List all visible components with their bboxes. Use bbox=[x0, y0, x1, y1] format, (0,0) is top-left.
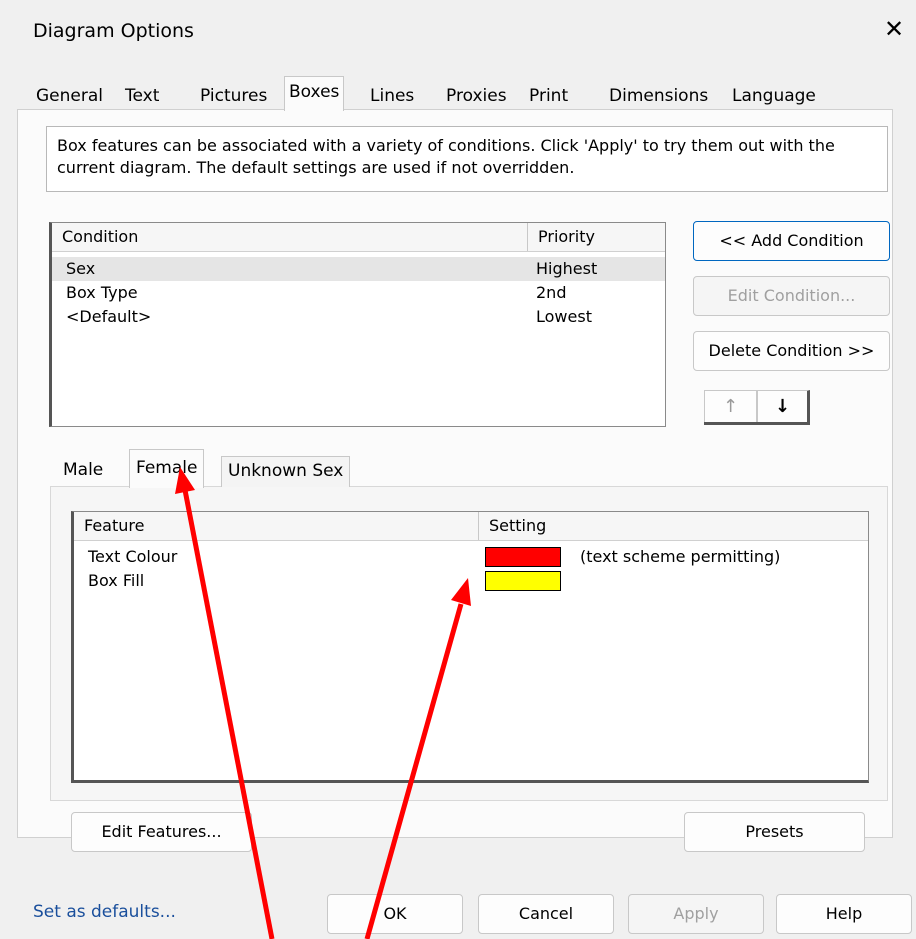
condition-row[interactable]: Box Type 2nd bbox=[52, 281, 665, 305]
info-text: Box features can be associated with a va… bbox=[46, 126, 888, 192]
column-header-setting[interactable]: Setting bbox=[478, 512, 869, 540]
condition-priority: 2nd bbox=[536, 283, 567, 302]
condition-list[interactable]: Condition Priority Sex Highest Box Type … bbox=[49, 222, 666, 427]
tab-language[interactable]: Language bbox=[732, 82, 816, 110]
condition-list-header: Condition Priority bbox=[52, 223, 665, 252]
feature-name: Text Colour bbox=[88, 547, 178, 566]
delete-condition-button[interactable]: Delete Condition >> bbox=[693, 331, 890, 371]
feature-list[interactable]: Feature Setting Text Colour (text scheme… bbox=[71, 511, 869, 783]
feature-note: (text scheme permitting) bbox=[580, 547, 781, 566]
main-tabs: General Text Pictures Boxes Lines Proxie… bbox=[30, 76, 836, 111]
set-as-defaults-link[interactable]: Set as defaults... bbox=[33, 902, 176, 922]
box-fill-swatch[interactable] bbox=[485, 571, 561, 591]
feature-row[interactable]: Text Colour (text scheme permitting) bbox=[74, 545, 868, 569]
condition-row[interactable]: <Default> Lowest bbox=[52, 305, 665, 329]
tab-print[interactable]: Print bbox=[529, 82, 568, 110]
condition-priority: Highest bbox=[536, 259, 598, 278]
column-header-feature[interactable]: Feature bbox=[74, 512, 478, 540]
edit-features-button[interactable]: Edit Features... bbox=[71, 812, 252, 852]
column-header-priority[interactable]: Priority bbox=[527, 223, 666, 251]
move-down-icon[interactable]: ↓ bbox=[757, 390, 810, 424]
edit-condition-button[interactable]: Edit Condition... bbox=[693, 276, 890, 316]
dialog-title: Diagram Options bbox=[33, 20, 194, 42]
condition-name: Box Type bbox=[66, 283, 138, 302]
tab-dimensions[interactable]: Dimensions bbox=[609, 82, 708, 110]
condition-name: <Default> bbox=[66, 307, 152, 326]
column-header-condition[interactable]: Condition bbox=[52, 223, 527, 251]
apply-button[interactable]: Apply bbox=[628, 894, 764, 934]
help-button[interactable]: Help bbox=[776, 894, 912, 934]
subtab-female[interactable]: Female bbox=[129, 449, 205, 488]
tab-lines[interactable]: Lines bbox=[370, 82, 414, 110]
close-icon[interactable]: ✕ bbox=[884, 17, 904, 41]
arrow-buttons-shadow bbox=[704, 422, 810, 425]
condition-priority: Lowest bbox=[536, 307, 592, 326]
feature-row[interactable]: Box Fill bbox=[74, 569, 868, 593]
text-colour-swatch[interactable] bbox=[485, 547, 561, 567]
tab-proxies[interactable]: Proxies bbox=[446, 82, 507, 110]
condition-row[interactable]: Sex Highest bbox=[52, 257, 665, 281]
tab-boxes[interactable]: Boxes bbox=[284, 76, 345, 111]
move-up-icon[interactable]: ↑ bbox=[704, 390, 757, 424]
tab-general[interactable]: General bbox=[36, 82, 103, 110]
tab-text[interactable]: Text bbox=[125, 82, 159, 110]
presets-button[interactable]: Presets bbox=[684, 812, 865, 852]
tab-pictures[interactable]: Pictures bbox=[200, 82, 267, 110]
feature-name: Box Fill bbox=[88, 571, 145, 590]
add-condition-button[interactable]: << Add Condition bbox=[693, 221, 890, 261]
ok-button[interactable]: OK bbox=[327, 894, 463, 934]
subtab-male[interactable]: Male bbox=[63, 456, 103, 486]
condition-name: Sex bbox=[66, 259, 96, 278]
subtab-unknown-sex[interactable]: Unknown Sex bbox=[221, 456, 351, 487]
cancel-button[interactable]: Cancel bbox=[478, 894, 614, 934]
feature-list-header: Feature Setting bbox=[74, 512, 868, 541]
